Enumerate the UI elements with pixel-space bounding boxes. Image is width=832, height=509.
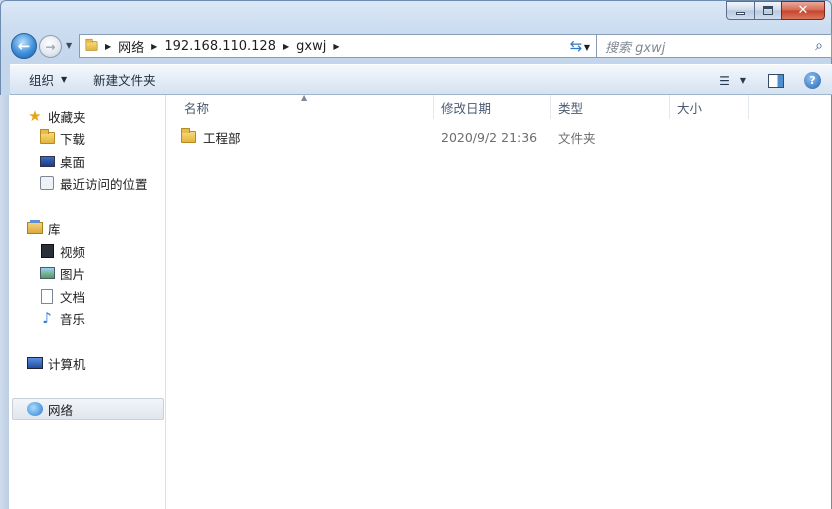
video-icon <box>40 244 54 258</box>
file-modified: 2020/9/2 21:36 <box>441 129 538 145</box>
desktop-icon <box>39 155 55 167</box>
sidebar-item-label: 计算机 <box>48 356 86 372</box>
sidebar-item-downloads[interactable]: 下载 <box>39 128 85 148</box>
sidebar-item-label: 音乐 <box>60 311 86 327</box>
document-icon <box>41 288 53 304</box>
computer-icon <box>27 357 43 369</box>
forward-arrow-icon: → <box>45 39 56 54</box>
navigation-bar: ← → ▼ ▶ 网络 ▶ 192.168.110.128 ▶ gxwj ▶ ▼ … <box>11 33 832 59</box>
sidebar-item-recent-places[interactable]: 最近访问的位置 <box>39 173 148 193</box>
column-header-label: 类型 <box>558 100 584 116</box>
picture-icon <box>39 267 55 279</box>
address-bar[interactable]: ▶ 网络 ▶ 192.168.110.128 ▶ gxwj ▶ ▼ <box>79 34 598 58</box>
library-icon <box>27 220 43 234</box>
maximize-icon <box>763 6 773 15</box>
refresh-icon: ⇆ <box>569 37 583 55</box>
sidebar-item-label: 视频 <box>60 244 86 260</box>
view-list-icon: ☰ <box>719 73 730 88</box>
recent-places-icon <box>40 176 54 190</box>
sidebar-item-label: 网络 <box>48 402 74 418</box>
sidebar-item-music[interactable]: ♪ 音乐 <box>39 308 85 328</box>
chevron-down-icon: ▼ <box>61 75 68 84</box>
sidebar-item-label: 图片 <box>60 266 86 282</box>
sidebar-item-libraries[interactable]: 库 <box>27 218 61 238</box>
sidebar-item-documents[interactable]: 文档 <box>39 286 85 306</box>
music-note-icon: ♪ <box>42 309 52 327</box>
sidebar-item-label: 下载 <box>60 131 86 147</box>
minimize-button[interactable] <box>726 1 754 20</box>
new-folder-label: 新建文件夹 <box>93 73 156 88</box>
column-header-label: 名称 <box>184 100 210 116</box>
back-button[interactable]: ← <box>11 33 37 59</box>
column-header-name[interactable]: 名称 ▲ <box>167 93 434 119</box>
sidebar-item-computer[interactable]: 计算机 <box>27 353 86 373</box>
breadcrumb-folder[interactable]: gxwj <box>296 39 326 54</box>
window-left-frame <box>0 95 9 509</box>
preview-pane-button[interactable] <box>768 73 784 88</box>
file-type: 文件夹 <box>558 130 596 146</box>
command-bar-right: ☰ ▼ ? <box>719 65 832 96</box>
column-header-label: 大小 <box>677 100 703 116</box>
back-arrow-icon: ← <box>17 37 31 55</box>
breadcrumb-separator-icon[interactable]: ▶ <box>333 42 339 51</box>
breadcrumb-separator-icon[interactable]: ▶ <box>151 42 157 51</box>
help-button[interactable]: ? <box>804 72 821 89</box>
organize-menu[interactable]: 组织 ▼ <box>29 70 67 89</box>
help-icon: ? <box>809 74 816 87</box>
sidebar-item-favorites[interactable]: ★ 收藏夹 <box>27 106 86 126</box>
breadcrumb-host[interactable]: 192.168.110.128 <box>164 39 276 54</box>
file-list: 名称 ▲ 修改日期 类型 大小 工程部 2020/9/2 21:36 文件夹 <box>167 93 831 509</box>
sidebar-item-label: 收藏夹 <box>48 109 86 125</box>
column-header-label: 修改日期 <box>441 100 492 116</box>
network-location-icon <box>80 35 102 57</box>
sidebar-item-pictures[interactable]: 图片 <box>39 263 85 283</box>
recent-pages-dropdown[interactable]: ▼ <box>66 41 72 50</box>
chevron-down-icon: ▼ <box>739 76 746 85</box>
close-button[interactable]: ✕ <box>781 1 825 20</box>
new-folder-button[interactable]: 新建文件夹 <box>93 70 156 89</box>
caption-buttons: ✕ <box>726 1 825 20</box>
sort-ascending-icon: ▲ <box>301 93 308 102</box>
file-name: 工程部 <box>203 130 241 146</box>
navigation-pane: ★ 收藏夹 下载 桌面 最近访问的位置 库 视频 图片 文档 ♪ 音乐 计算机 … <box>9 95 166 509</box>
close-icon: ✕ <box>797 3 809 18</box>
search-placeholder: 搜索 gxwj <box>605 40 666 56</box>
breadcrumb-separator-icon[interactable]: ▶ <box>283 42 289 51</box>
sidebar-item-desktop[interactable]: 桌面 <box>39 151 85 171</box>
minimize-icon <box>736 12 745 15</box>
column-header-size[interactable]: 大小 <box>670 95 749 119</box>
column-header-modified[interactable]: 修改日期 <box>434 95 551 119</box>
change-view-button[interactable]: ☰ ▼ <box>719 74 746 88</box>
breadcrumb-network[interactable]: 网络 <box>118 37 144 56</box>
downloads-folder-icon <box>39 129 55 144</box>
search-icon[interactable]: ⌕ <box>811 38 827 54</box>
column-header-type[interactable]: 类型 <box>551 95 670 119</box>
folder-icon <box>181 128 196 143</box>
sidebar-item-label: 最近访问的位置 <box>60 176 148 192</box>
sidebar-item-label: 桌面 <box>60 154 86 170</box>
sidebar-item-network[interactable]: 网络 <box>27 399 73 419</box>
sidebar-item-label: 文档 <box>60 289 86 305</box>
sidebar-item-label: 库 <box>48 221 61 237</box>
breadcrumb-separator-icon[interactable]: ▶ <box>105 42 111 51</box>
command-bar: 组织 ▼ 新建文件夹 ☰ ▼ ? <box>10 64 832 95</box>
search-box[interactable]: 搜索 gxwj ⌕ <box>596 34 832 58</box>
sidebar-item-videos[interactable]: 视频 <box>39 241 85 261</box>
organize-label: 组织 <box>29 73 55 88</box>
network-icon <box>27 402 43 416</box>
refresh-button[interactable]: ⇆ <box>565 34 587 58</box>
star-icon: ★ <box>28 107 42 125</box>
forward-button[interactable]: → <box>39 35 62 58</box>
maximize-button[interactable] <box>754 1 781 20</box>
file-row[interactable]: 工程部 2020/9/2 21:36 文件夹 <box>181 127 821 147</box>
explorer-body: ★ 收藏夹 下载 桌面 最近访问的位置 库 视频 图片 文档 ♪ 音乐 计算机 … <box>9 93 831 509</box>
